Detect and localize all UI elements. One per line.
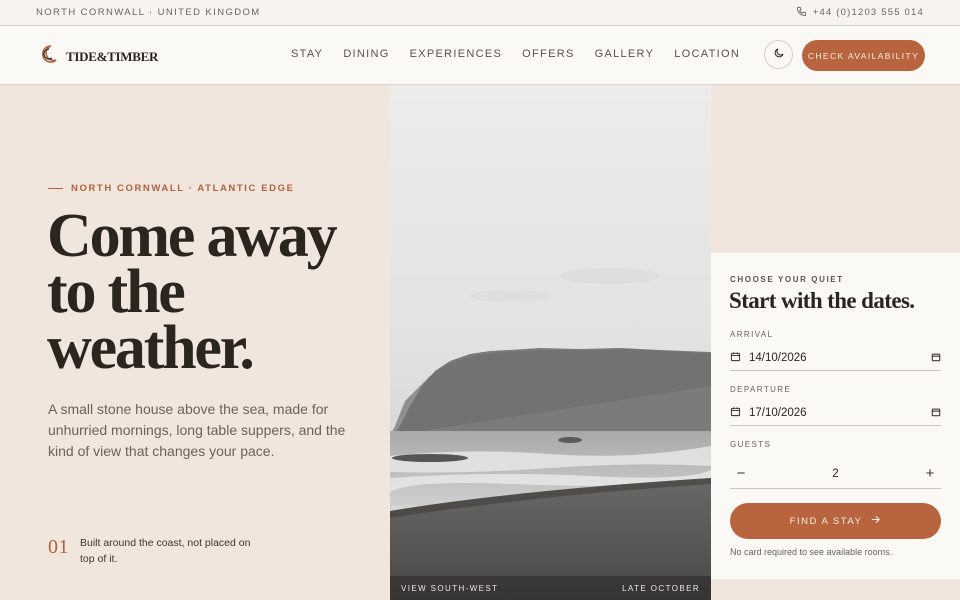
hero-kicker: NORTH CORNWALL · ATLANTIC EDGE [48,183,295,194]
top-bar: NORTH CORNWALL · UNITED KINGDOM +44 (0)1… [0,0,960,26]
booking-card: CHOOSE YOUR QUIET Start with the dates. … [711,253,960,579]
main-nav: STAY DINING EXPERIENCES OFFERS GALLERY L… [291,48,760,60]
booking-note: No card required to see available rooms. [730,547,893,557]
feature-number: 01 [48,536,69,558]
departure-label: DEPARTURE [730,385,792,394]
kicker-text: NORTH CORNWALL · ATLANTIC EDGE [71,183,295,194]
find-a-stay-button[interactable]: FIND A STAY [730,503,941,539]
nav-offers[interactable]: OFFERS [522,48,574,60]
feature-text: Built around the coast, not placed on to… [80,537,251,565]
departure-value[interactable]: 17/10/2026 [749,407,807,419]
phone-number[interactable]: +44 (0)1203 555 014 [813,7,924,18]
nav-location[interactable]: LOCATION [674,48,740,60]
coast-landscape-image [390,86,711,600]
departure-date-input[interactable]: 17/10/2026 [730,400,941,426]
phone-link[interactable]: +44 (0)1203 555 014 [796,6,924,20]
arrival-date-input[interactable]: 14/10/2026 [730,345,941,371]
date-picker-icon[interactable] [931,349,941,367]
hero-lede: A small stone house above the sea, made … [48,401,346,459]
guests-value: 2 [832,467,839,480]
headline-line-1: Come away [47,202,338,270]
headline-line-3: weather. [47,314,255,382]
calendar-icon [730,406,741,420]
booking-eyebrow: CHOOSE YOUR QUIET [730,275,844,284]
phone-icon [796,6,807,20]
find-a-stay-label: FIND A STAY [789,515,863,527]
nav-stay[interactable]: STAY [291,48,323,60]
nav-experiences[interactable]: EXPERIENCES [410,48,503,60]
nav-dining[interactable]: DINING [343,48,389,60]
hero-headline: Come away to the weather. [47,202,377,382]
feature-item: 01 Built around the coast, not placed on… [48,535,255,567]
headline-line-2: to the [47,258,186,326]
arrival-label: ARRIVAL [730,330,774,339]
check-availability-button[interactable]: CHECK AVAILABILITY [802,40,925,71]
date-picker-icon[interactable] [931,404,941,422]
brand-logo[interactable]: TIDE&TIMBER [40,44,158,69]
theme-toggle-button[interactable] [764,40,793,69]
caption-view: VIEW SOUTH-WEST [401,583,499,593]
decrement-guests-button[interactable]: − [730,463,752,485]
nav-gallery[interactable]: GALLERY [595,48,655,60]
location-text: NORTH CORNWALL · UNITED KINGDOM [36,7,261,18]
guests-label: GUESTS [730,440,772,449]
crescent-moon-logo-icon [40,44,58,69]
arrow-right-icon [870,514,881,528]
arrival-value[interactable]: 14/10/2026 [749,352,807,364]
moon-icon [773,46,785,64]
guests-stepper[interactable]: − 2 + [730,459,941,489]
booking-title: Start with the dates. [729,288,915,313]
kicker-rule [48,188,63,189]
calendar-icon [730,351,741,365]
caption-season: LATE OCTOBER [622,583,700,593]
hero-photo: VIEW SOUTH-WEST LATE OCTOBER [390,86,711,600]
brand-name: TIDE&TIMBER [66,48,159,64]
increment-guests-button[interactable]: + [919,463,941,485]
photo-caption-bar: VIEW SOUTH-WEST LATE OCTOBER [390,576,711,600]
